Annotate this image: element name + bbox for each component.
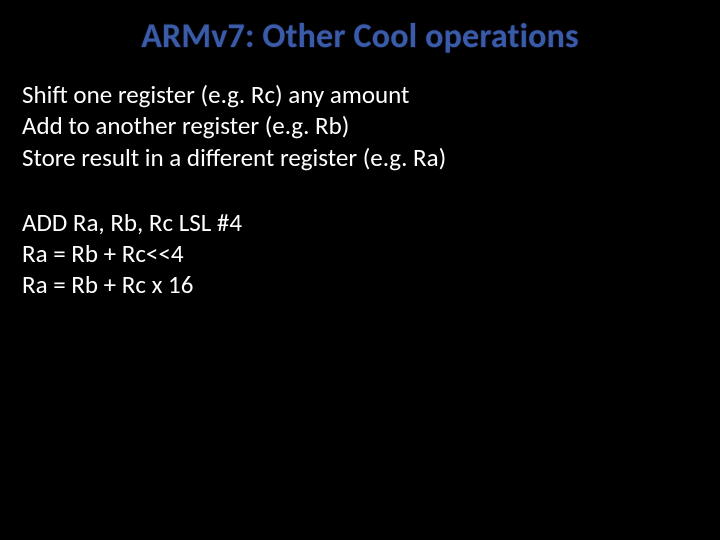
text-line: Store result in a different register (e.…	[22, 142, 698, 173]
slide-title: ARMv7: Other Cool operations	[0, 0, 720, 79]
text-line: Add to another register (e.g. Rb)	[22, 110, 698, 141]
text-line: Ra = Rb + Rc x 16	[22, 269, 698, 300]
slide: ARMv7: Other Cool operations Shift one r…	[0, 0, 720, 540]
description-block: Shift one register (e.g. Rc) any amount …	[22, 79, 698, 173]
text-line: Shift one register (e.g. Rc) any amount	[22, 79, 698, 110]
text-line: ADD Ra, Rb, Rc LSL #4	[22, 207, 698, 238]
example-block: ADD Ra, Rb, Rc LSL #4 Ra = Rb + Rc<<4 Ra…	[22, 207, 698, 301]
slide-body: Shift one register (e.g. Rc) any amount …	[0, 79, 720, 301]
text-line: Ra = Rb + Rc<<4	[22, 238, 698, 269]
